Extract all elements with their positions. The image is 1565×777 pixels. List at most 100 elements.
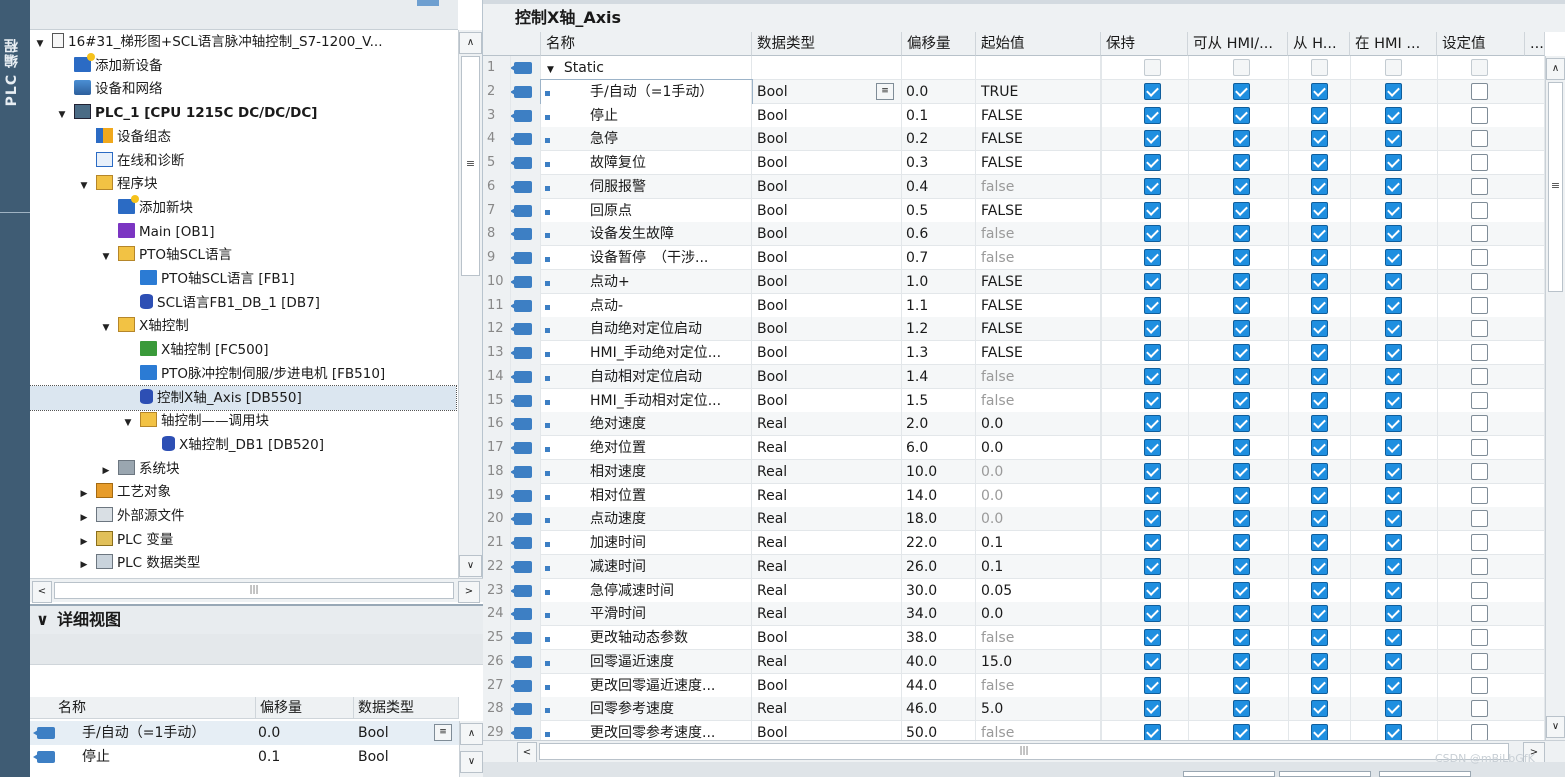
- start-value-cell[interactable]: [976, 56, 1101, 80]
- table-row[interactable]: 28 回零参考速度 Real 46.0 5.0: [483, 697, 1545, 722]
- col-retain[interactable]: 保持: [1101, 32, 1188, 56]
- retain-checkbox[interactable]: [1144, 510, 1161, 528]
- tree-item[interactable]: ▶ 外部源文件: [30, 504, 456, 528]
- data-type-cell[interactable]: Bool ≡: [752, 79, 902, 104]
- expand-right-icon[interactable]: ▶: [78, 482, 90, 506]
- expand-right-icon[interactable]: ▶: [78, 530, 90, 554]
- editor-scroll-down-button[interactable]: ∨: [1546, 716, 1565, 738]
- table-row[interactable]: 8 设备发生故障 Bool 0.6 false: [483, 222, 1545, 247]
- detail-view-header[interactable]: ∨ 详细视图: [30, 604, 483, 634]
- variable-name-cell[interactable]: 回零参考速度: [541, 697, 752, 722]
- tree-item[interactable]: ▶ 工艺对象: [30, 480, 456, 504]
- hmi-accessible-checkbox[interactable]: [1233, 605, 1250, 623]
- start-value-cell[interactable]: 0.0: [976, 507, 1101, 532]
- expand-down-icon[interactable]: ▼: [100, 245, 112, 269]
- retain-checkbox[interactable]: [1144, 225, 1161, 243]
- hmi-accessible-checkbox[interactable]: [1233, 82, 1250, 100]
- retain-checkbox[interactable]: [1144, 462, 1161, 480]
- expand-right-icon[interactable]: ▶: [100, 459, 112, 483]
- start-value-cell[interactable]: 0.0: [976, 412, 1101, 437]
- hmi-visible-checkbox[interactable]: [1385, 82, 1402, 100]
- hmi-accessible-checkbox[interactable]: [1233, 225, 1250, 243]
- hmi-writable-checkbox[interactable]: [1311, 344, 1328, 361]
- data-type-cell[interactable]: Bool: [752, 721, 902, 740]
- start-value-cell[interactable]: FALSE: [976, 198, 1101, 223]
- setpoint-checkbox[interactable]: [1471, 249, 1488, 266]
- retain-checkbox[interactable]: [1144, 486, 1161, 504]
- list-icon[interactable]: ≡: [434, 724, 452, 741]
- table-row[interactable]: 3 停止 Bool 0.1 FALSE: [483, 103, 1545, 128]
- setpoint-checkbox[interactable]: [1471, 534, 1488, 551]
- variable-name-cell[interactable]: 故障复位: [541, 151, 752, 175]
- retain-checkbox[interactable]: [1144, 201, 1161, 219]
- hmi-accessible-checkbox[interactable]: [1233, 296, 1250, 314]
- setpoint-checkbox[interactable]: [1471, 391, 1488, 409]
- variable-name-cell[interactable]: 相对速度: [541, 459, 752, 484]
- variable-name-cell[interactable]: 相对位置: [541, 483, 752, 508]
- data-type-cell[interactable]: Bool: [752, 174, 902, 199]
- variable-name-cell[interactable]: 更改回零参考速度...: [541, 721, 752, 740]
- hmi-accessible-checkbox[interactable]: [1233, 581, 1250, 599]
- hmi-visible-checkbox[interactable]: [1385, 676, 1402, 694]
- data-type-cell[interactable]: [752, 56, 902, 80]
- hmi-visible-checkbox[interactable]: [1385, 581, 1402, 599]
- tree-item[interactable]: ▶ 系统块: [30, 457, 456, 481]
- setpoint-checkbox[interactable]: [1471, 59, 1488, 76]
- tree-item[interactable]: ▶ PLC 数据类型: [30, 551, 456, 575]
- hmi-visible-checkbox[interactable]: [1385, 724, 1402, 740]
- variable-name-cell[interactable]: 设备暂停 （干涉...: [541, 246, 752, 270]
- setpoint-checkbox[interactable]: [1471, 605, 1488, 623]
- setpoint-checkbox[interactable]: [1471, 581, 1488, 599]
- retain-checkbox[interactable]: [1144, 344, 1161, 361]
- data-type-cell[interactable]: Bool: [752, 626, 902, 650]
- start-value-cell[interactable]: 5.0: [976, 697, 1101, 722]
- setpoint-checkbox[interactable]: [1471, 225, 1488, 243]
- detail-col-name[interactable]: 名称: [30, 697, 256, 719]
- hmi-writable-checkbox[interactable]: [1311, 462, 1328, 480]
- hmi-accessible-checkbox[interactable]: [1233, 201, 1250, 219]
- hmi-accessible-checkbox[interactable]: [1233, 367, 1250, 385]
- hmi-writable-checkbox[interactable]: [1311, 82, 1328, 100]
- retain-checkbox[interactable]: [1144, 676, 1161, 694]
- variable-name-cell[interactable]: 自动绝对定位启动: [541, 317, 752, 342]
- bottom-tab[interactable]: [1279, 771, 1371, 777]
- table-row[interactable]: 4 急停 Bool 0.2 FALSE: [483, 127, 1545, 152]
- start-value-cell[interactable]: false: [976, 721, 1101, 740]
- hmi-visible-checkbox[interactable]: [1385, 249, 1402, 266]
- table-row[interactable]: 14 自动相对定位启动 Bool 1.4 false: [483, 364, 1545, 389]
- variable-name-cell[interactable]: HMI_手动绝对定位...: [541, 341, 752, 365]
- tree-scroll-down-button[interactable]: ∨: [459, 555, 482, 577]
- col-accessible-from-hmi[interactable]: 可从 HMI/...: [1188, 32, 1288, 56]
- retain-checkbox[interactable]: [1144, 177, 1161, 195]
- hmi-writable-checkbox[interactable]: [1311, 154, 1328, 171]
- table-row[interactable]: 6 伺服报警 Bool 0.4 false: [483, 174, 1545, 199]
- hmi-writable-checkbox[interactable]: [1311, 605, 1328, 623]
- table-row[interactable]: 10 点动+ Bool 1.0 FALSE: [483, 269, 1545, 294]
- start-value-cell[interactable]: false: [976, 626, 1101, 650]
- detail-scroll-down-button[interactable]: ∨: [460, 751, 483, 773]
- variable-name-cell[interactable]: HMI_手动相对定位...: [541, 388, 752, 413]
- retain-checkbox[interactable]: [1144, 59, 1161, 76]
- retain-checkbox[interactable]: [1144, 415, 1161, 433]
- hmi-visible-checkbox[interactable]: [1385, 296, 1402, 314]
- hmi-visible-checkbox[interactable]: [1385, 415, 1402, 433]
- bottom-tab[interactable]: [1183, 771, 1275, 777]
- table-row[interactable]: 5 故障复位 Bool 0.3 FALSE: [483, 151, 1545, 175]
- hmi-writable-checkbox[interactable]: [1311, 676, 1328, 694]
- start-value-cell[interactable]: FALSE: [976, 127, 1101, 152]
- detail-vertical-scrollbar[interactable]: ∧ ∨: [459, 721, 483, 777]
- table-row[interactable]: 13 HMI_手动绝对定位... Bool 1.3 FALSE: [483, 341, 1545, 365]
- setpoint-checkbox[interactable]: [1471, 106, 1488, 124]
- start-value-cell[interactable]: TRUE: [976, 79, 1101, 104]
- retain-checkbox[interactable]: [1144, 724, 1161, 740]
- tree-horizontal-scrollbar[interactable]: < ||| >: [30, 578, 483, 603]
- setpoint-checkbox[interactable]: [1471, 296, 1488, 314]
- hmi-visible-checkbox[interactable]: [1385, 320, 1402, 338]
- hmi-writable-checkbox[interactable]: [1311, 296, 1328, 314]
- hmi-accessible-checkbox[interactable]: [1233, 154, 1250, 171]
- tree-item[interactable]: ▼ X轴控制: [30, 314, 456, 338]
- variable-name-cell[interactable]: 更改回零逼近速度...: [541, 673, 752, 698]
- hmi-accessible-checkbox[interactable]: [1233, 534, 1250, 551]
- retain-checkbox[interactable]: [1144, 130, 1161, 148]
- hmi-writable-checkbox[interactable]: [1311, 391, 1328, 409]
